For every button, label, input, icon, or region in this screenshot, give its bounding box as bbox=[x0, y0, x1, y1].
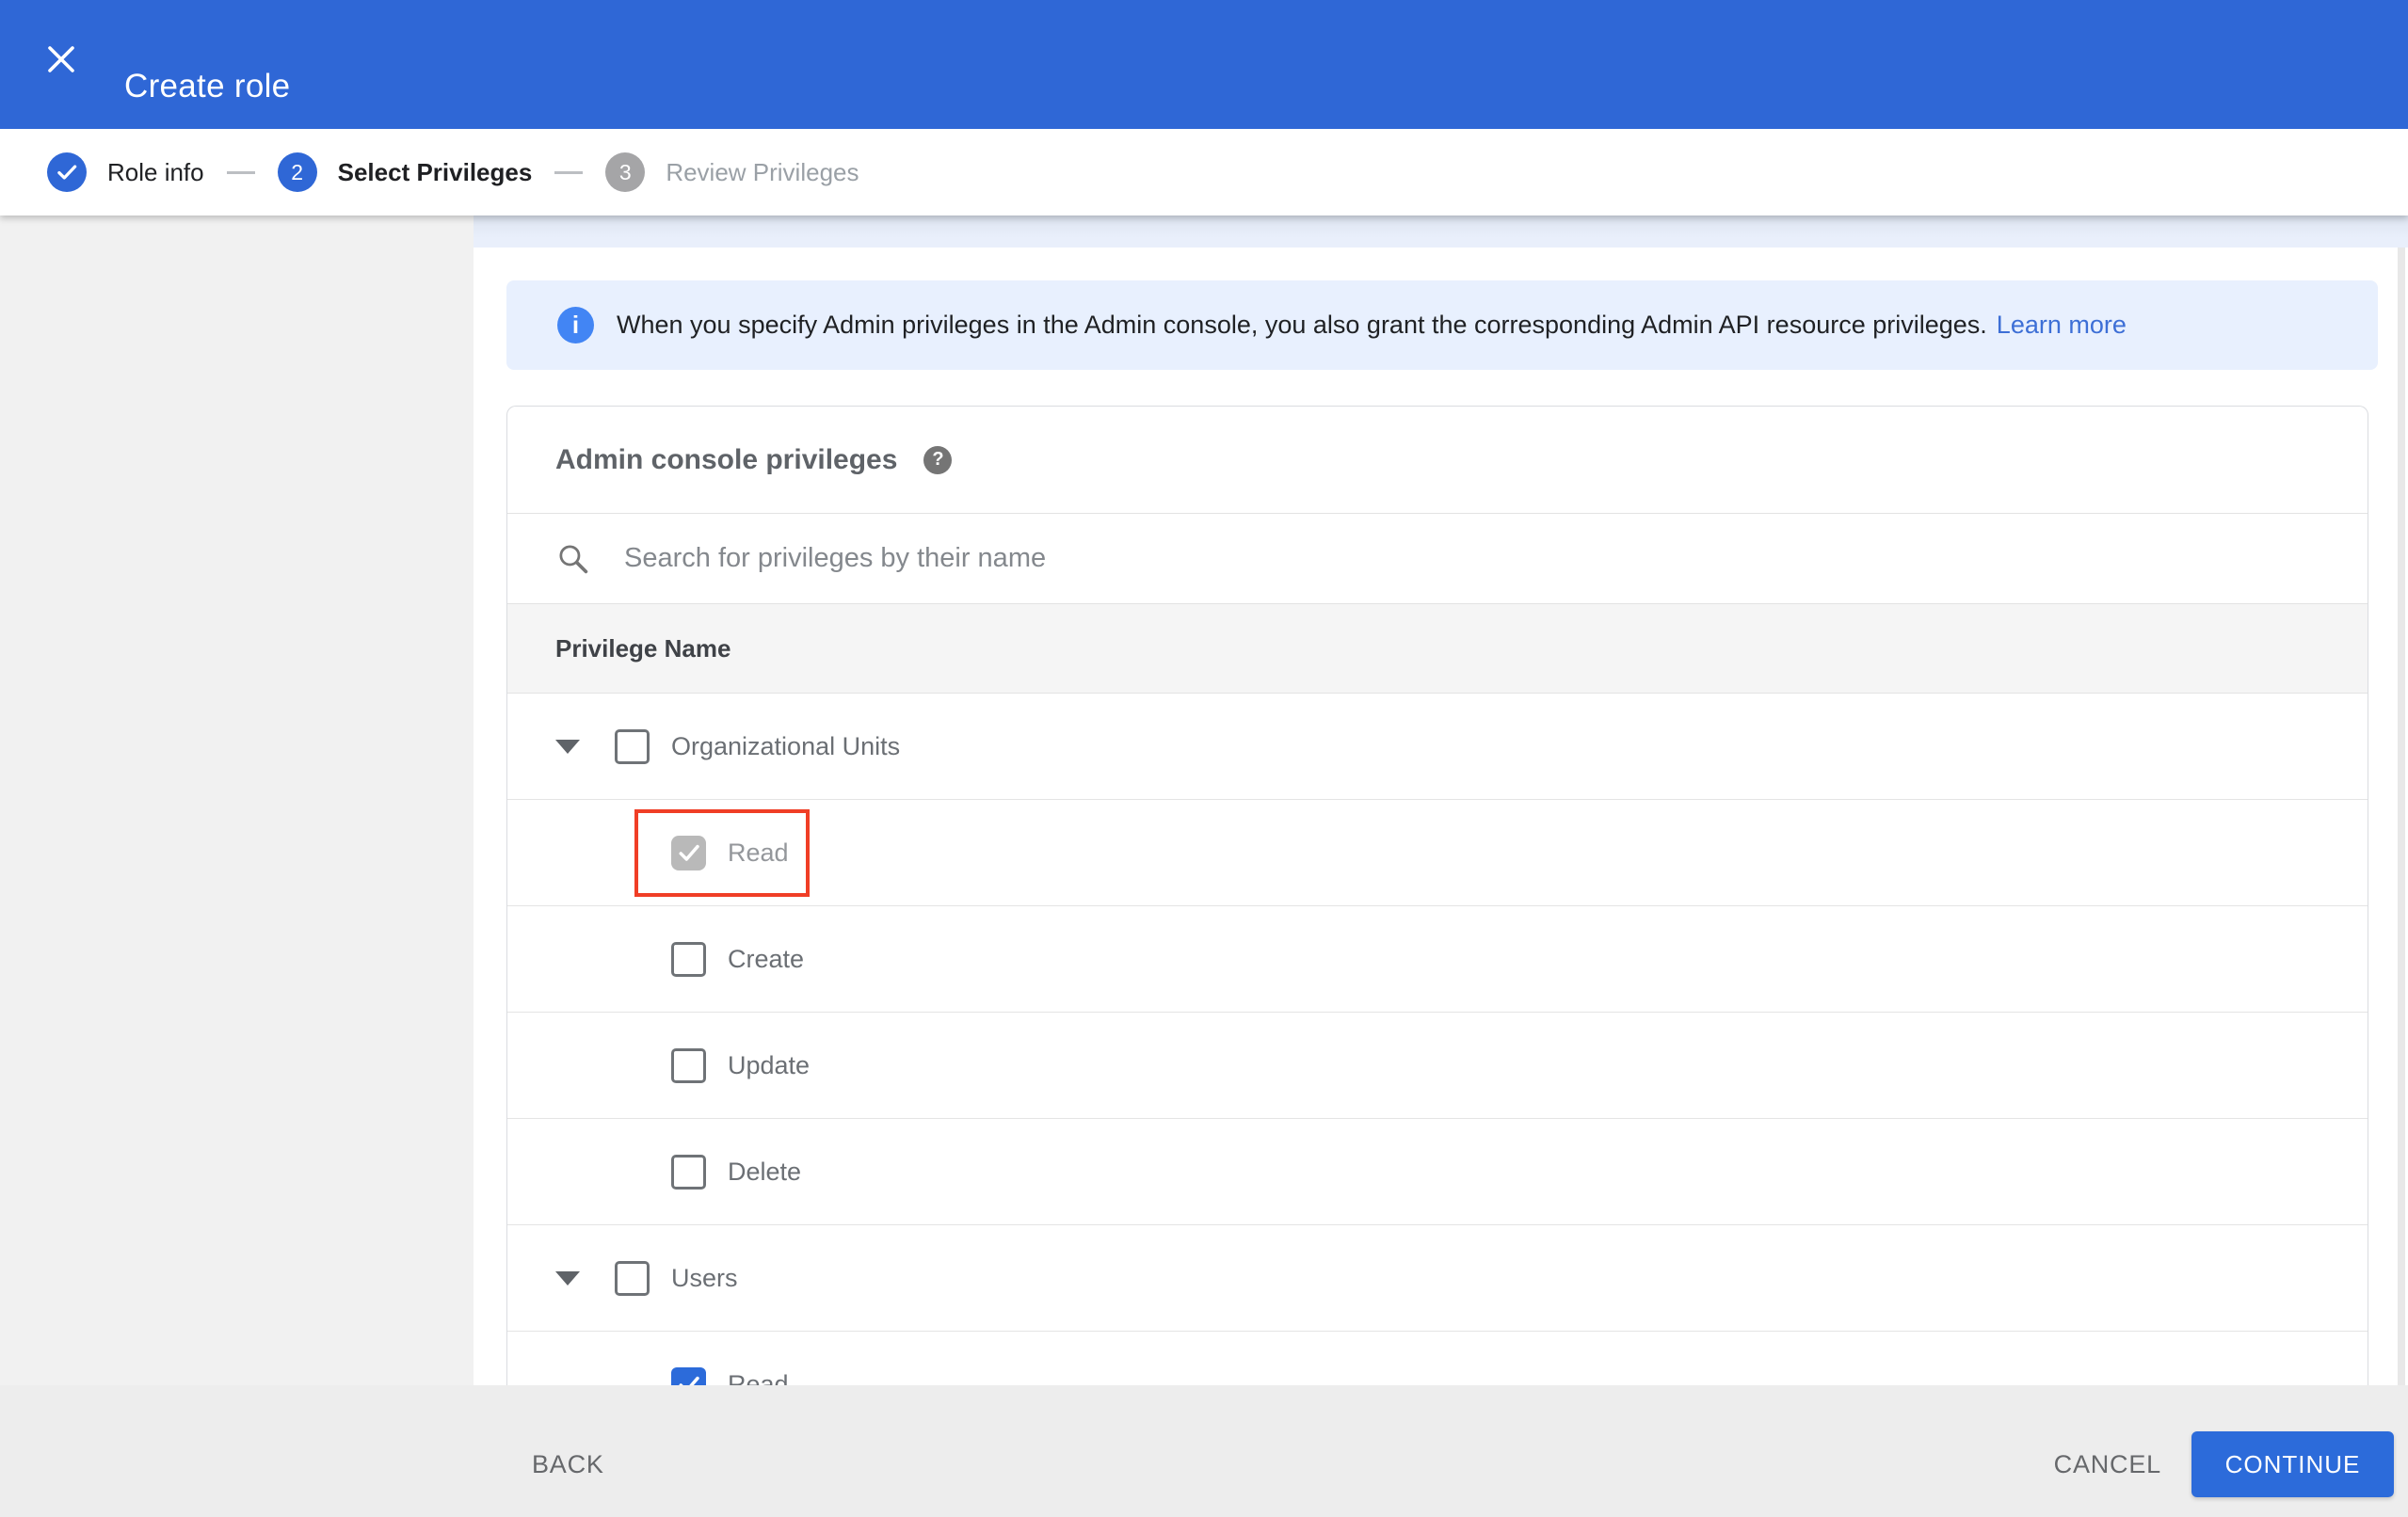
app-bar: Create role bbox=[0, 0, 2408, 129]
table-header: Privilege Name bbox=[507, 603, 2368, 694]
back-button[interactable]: BACK bbox=[522, 1431, 614, 1497]
privilege-search-row bbox=[507, 514, 2368, 603]
search-icon bbox=[555, 541, 590, 576]
close-icon[interactable] bbox=[45, 43, 77, 75]
privilege-row: Organizational Units bbox=[507, 694, 2368, 800]
step-role-info[interactable]: Role info bbox=[47, 152, 204, 192]
privilege-label: Organizational Units bbox=[671, 731, 901, 760]
search-input[interactable] bbox=[622, 530, 2368, 587]
step-label: Role info bbox=[107, 157, 204, 186]
privilege-label: Update bbox=[728, 1050, 811, 1079]
content-area: i When you specify Admin privileges in t… bbox=[474, 216, 2408, 1385]
privilege-checkbox[interactable] bbox=[615, 1260, 650, 1296]
privilege-row: Users bbox=[507, 1225, 2368, 1332]
step-connector bbox=[226, 170, 255, 174]
footer-bar: BACK CANCEL CONTINUE bbox=[0, 1385, 2408, 1517]
learn-more-link[interactable]: Learn more bbox=[1997, 311, 2127, 339]
continue-button[interactable]: CONTINUE bbox=[2191, 1431, 2394, 1497]
admin-privileges-card: Admin console privileges ? Privilege Nam… bbox=[506, 406, 2368, 1385]
privilege-row: Delete bbox=[507, 1119, 2368, 1225]
help-icon[interactable]: ? bbox=[923, 445, 953, 474]
step-label: Select Privileges bbox=[337, 157, 533, 186]
privilege-checkbox[interactable] bbox=[671, 1366, 706, 1385]
step-review-privileges[interactable]: 3 Review Privileges bbox=[605, 152, 859, 192]
privilege-checkbox[interactable] bbox=[671, 835, 706, 870]
wizard-stepper: Role info 2 Select Privileges 3 Review P… bbox=[0, 129, 2408, 216]
privilege-row: Update bbox=[507, 1013, 2368, 1119]
card-title: Admin console privileges bbox=[555, 443, 898, 475]
privilege-label: Read bbox=[728, 838, 789, 867]
privilege-label: Read bbox=[728, 1369, 789, 1386]
scrollbar-track[interactable] bbox=[2398, 248, 2405, 1385]
info-banner: i When you specify Admin privileges in t… bbox=[506, 280, 2378, 370]
step-label: Review Privileges bbox=[666, 157, 859, 186]
privilege-checkbox[interactable] bbox=[671, 1047, 706, 1083]
dialog-title: Create role bbox=[124, 67, 291, 104]
left-sidebar bbox=[0, 216, 474, 1385]
expand-toggle-icon[interactable] bbox=[555, 739, 580, 754]
cancel-button[interactable]: CANCEL bbox=[2045, 1431, 2171, 1497]
create-role-dialog: Create role Role info 2 Select Privilege… bbox=[0, 0, 2408, 1517]
privilege-row: Read bbox=[507, 1332, 2368, 1385]
privilege-row: Read bbox=[507, 800, 2368, 906]
scrolled-content-strip bbox=[474, 216, 2408, 248]
table-header-label: Privilege Name bbox=[555, 633, 731, 663]
step-complete-check-icon bbox=[47, 152, 87, 192]
card-title-row: Admin console privileges ? bbox=[507, 407, 2368, 514]
step-connector bbox=[554, 170, 584, 174]
highlight-box: Read bbox=[634, 808, 810, 897]
step-number-badge: 2 bbox=[277, 152, 317, 192]
step-select-privileges[interactable]: 2 Select Privileges bbox=[277, 152, 533, 192]
dialog-body: i When you specify Admin privileges in t… bbox=[0, 216, 2408, 1385]
banner-message: When you specify Admin privileges in the… bbox=[617, 311, 2127, 339]
privilege-label: Create bbox=[728, 944, 805, 973]
expand-toggle-icon[interactable] bbox=[555, 1270, 580, 1285]
step-number-badge: 3 bbox=[605, 152, 646, 192]
privilege-checkbox[interactable] bbox=[615, 728, 650, 764]
privilege-label: Delete bbox=[728, 1157, 802, 1186]
privilege-table-body: Organizational Units Read Create Update Dele… bbox=[507, 694, 2368, 1385]
privilege-checkbox[interactable] bbox=[671, 941, 706, 977]
info-icon: i bbox=[557, 307, 594, 343]
privilege-row: Create bbox=[507, 906, 2368, 1013]
privilege-checkbox[interactable] bbox=[671, 1154, 706, 1190]
privilege-label: Users bbox=[671, 1263, 738, 1292]
